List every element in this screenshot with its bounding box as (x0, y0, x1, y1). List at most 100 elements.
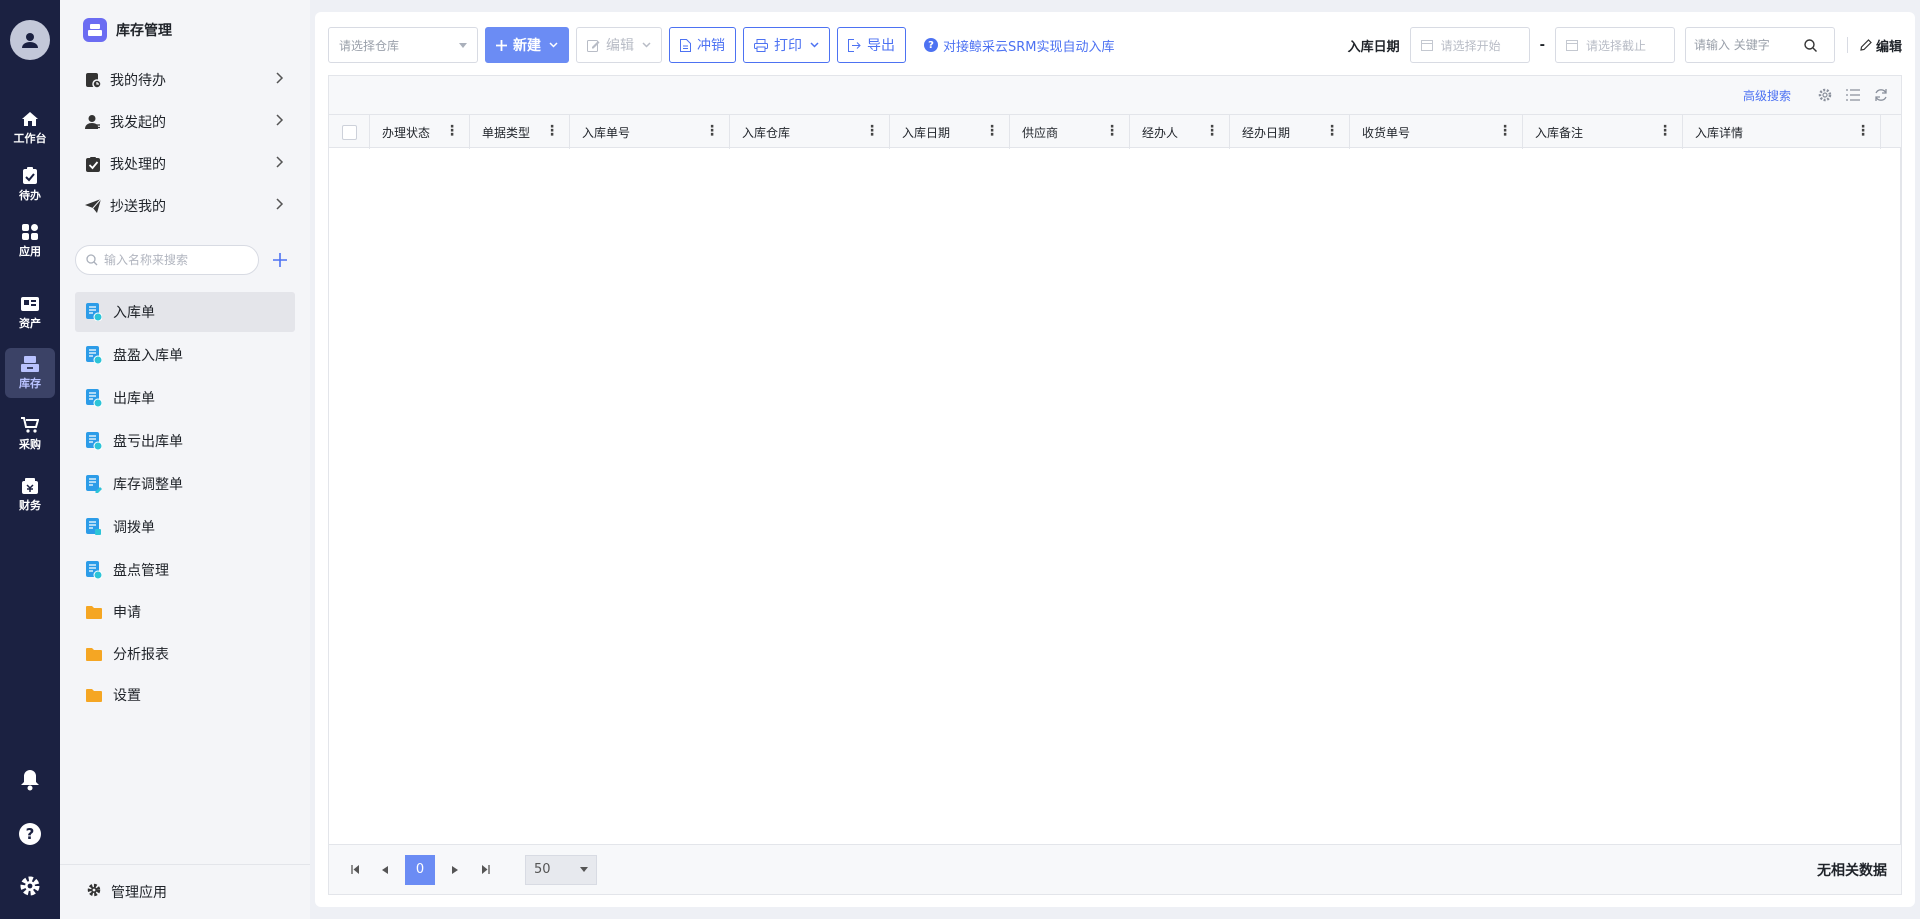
column-header[interactable]: 入库备注 ⋮ (1523, 115, 1683, 149)
column-header[interactable]: 供应商 ⋮ (1010, 115, 1130, 149)
column-list-icon[interactable] (1845, 87, 1861, 103)
nav-item-surplus-inbound[interactable]: 盘盈入库单 (75, 335, 295, 375)
user-avatar-icon (22, 33, 38, 48)
column-header[interactable]: 入库日期 ⋮ (890, 115, 1010, 149)
new-button-label: 新建 (513, 38, 541, 54)
edit-button[interactable]: 编辑 (576, 27, 662, 63)
chevron-down-icon (810, 42, 819, 48)
column-menu-icon[interactable]: ⋮ (1856, 124, 1870, 138)
page-size-select[interactable]: 50 (525, 854, 597, 885)
column-header[interactable]: 经办日期 ⋮ (1230, 115, 1350, 149)
nav-folder-reports[interactable]: 分析报表 (75, 634, 295, 674)
column-header-label: 经办人 (1142, 125, 1179, 140)
column-header[interactable]: 入库单号 ⋮ (570, 115, 730, 149)
settings-gear-icon[interactable] (1817, 87, 1833, 103)
rail-item-workbench[interactable]: 工作台 (5, 103, 55, 153)
form-icon (86, 389, 102, 407)
advanced-search-link[interactable]: 高级搜索 (1743, 87, 1791, 104)
folder-icon (86, 686, 102, 704)
export-button-label: 导出 (867, 38, 895, 54)
manage-app-button[interactable]: 管理应用 (60, 864, 310, 919)
rail-item-label: 待办 (19, 189, 41, 202)
nav-item-outbound-order[interactable]: 出库单 (75, 378, 295, 418)
settings-gear-icon (20, 876, 40, 896)
column-menu-icon[interactable]: ⋮ (445, 124, 459, 138)
date-end-input[interactable]: 请选择截止 (1554, 27, 1675, 63)
help-icon: ? (19, 823, 41, 845)
export-button[interactable]: 导出 (837, 27, 906, 63)
rail-item-purchase[interactable]: 采购 (5, 409, 55, 459)
gear-icon (87, 883, 101, 901)
column-menu-icon[interactable]: ⋮ (545, 124, 559, 138)
column-header-label: 入库仓库 (742, 125, 791, 140)
column-menu-icon[interactable]: ⋮ (1658, 124, 1672, 138)
nav-search-area (75, 245, 320, 275)
rail-item-todo[interactable]: 待办 (5, 160, 55, 210)
column-menu-icon[interactable]: ⋮ (865, 124, 879, 138)
rail-item-finance[interactable]: 财务 (5, 470, 55, 520)
user-avatar[interactable] (10, 20, 50, 60)
nav-folder-apply[interactable]: 申请 (75, 592, 295, 632)
nav-folder-settings[interactable]: 设置 (75, 675, 295, 715)
edit-view-button[interactable]: 编辑 (1860, 36, 1902, 55)
column-header[interactable]: 收货单号 ⋮ (1350, 115, 1523, 149)
task-cc-me[interactable]: 抄送我的 (84, 191, 284, 221)
nav-item-inbound-order[interactable]: 入库单 (75, 292, 295, 332)
nav-item-transfer[interactable]: 调拨单 (75, 507, 295, 547)
settings-button[interactable] (18, 874, 42, 898)
data-table: 高级搜索 办理状态 ⋮ 单据类型 ⋮ 入库单号 ⋮ 入库仓库 ⋮ 入库日期 ⋮ 供应商 ⋮ … (328, 75, 1902, 845)
date-start-input[interactable]: 请选择开始 (1409, 27, 1530, 63)
nav-item-label: 库存调整单 (113, 477, 183, 493)
column-menu-icon[interactable]: ⋮ (1325, 124, 1339, 138)
keyword-search-input[interactable] (1693, 38, 1804, 52)
rail-item-label: 财务 (19, 498, 41, 512)
warehouse-select-placeholder: 请选择仓库 (339, 38, 400, 53)
column-header[interactable]: 办理状态 ⋮ (370, 115, 470, 149)
print-button[interactable]: 打印 (743, 27, 830, 63)
nav-item-label: 调拨单 (113, 520, 155, 536)
column-menu-icon[interactable]: ⋮ (1205, 124, 1219, 138)
notifications-button[interactable] (18, 768, 42, 792)
search-icon[interactable] (1804, 38, 1817, 52)
column-menu-icon[interactable]: ⋮ (1105, 124, 1119, 138)
rail-item-inventory[interactable]: 库存 (5, 348, 55, 398)
task-label: 我处理的 (110, 157, 166, 173)
rail-item-assets[interactable]: 资产 (5, 288, 55, 338)
writeoff-button[interactable]: 冲销 (669, 27, 736, 63)
column-header[interactable]: 入库仓库 ⋮ (730, 115, 890, 149)
column-header[interactable]: 经办人 ⋮ (1130, 115, 1230, 149)
column-menu-icon[interactable]: ⋮ (985, 124, 999, 138)
rail-item-apps[interactable]: 应用 (5, 216, 55, 266)
task-initiated[interactable]: 我发起的 (84, 107, 284, 137)
column-header[interactable]: 单据类型 ⋮ (470, 115, 570, 149)
warehouse-select[interactable]: 请选择仓库 (328, 27, 478, 63)
next-page-button[interactable] (445, 860, 465, 880)
module-title: 库存管理 (116, 23, 172, 39)
prev-page-button[interactable] (375, 860, 395, 880)
column-menu-icon[interactable]: ⋮ (705, 124, 719, 138)
page-size-value: 50 (534, 862, 551, 877)
asset-card-icon (21, 296, 39, 311)
refresh-icon[interactable] (1873, 87, 1889, 103)
nav-search-input[interactable] (104, 253, 244, 267)
nav-item-stocktaking[interactable]: 盘点管理 (75, 550, 295, 590)
nav-item-loss-outbound[interactable]: 盘亏出库单 (75, 421, 295, 461)
srm-integration-link[interactable]: ? 对接鲸采云SRM实现自动入库 (924, 36, 1115, 55)
home-icon (22, 111, 38, 126)
help-button[interactable]: ? (18, 822, 42, 846)
column-menu-icon[interactable]: ⋮ (1498, 124, 1512, 138)
current-page[interactable]: 0 (405, 854, 435, 885)
last-page-icon (481, 865, 490, 874)
add-item-button[interactable] (273, 250, 287, 270)
column-header[interactable]: 入库详情 ⋮ (1683, 115, 1881, 149)
new-button[interactable]: 新建 (485, 27, 569, 63)
nav-search-box (75, 245, 259, 275)
task-handled[interactable]: 我处理的 (84, 149, 284, 179)
plus-icon (496, 39, 507, 51)
last-page-button[interactable] (475, 860, 495, 880)
first-page-button[interactable] (345, 860, 365, 880)
rail-item-label: 应用 (19, 244, 41, 258)
select-all-checkbox[interactable] (341, 124, 357, 140)
task-my-todo[interactable]: 我的待办 (84, 65, 284, 95)
nav-item-inventory-adjust[interactable]: 库存调整单 (75, 464, 295, 504)
